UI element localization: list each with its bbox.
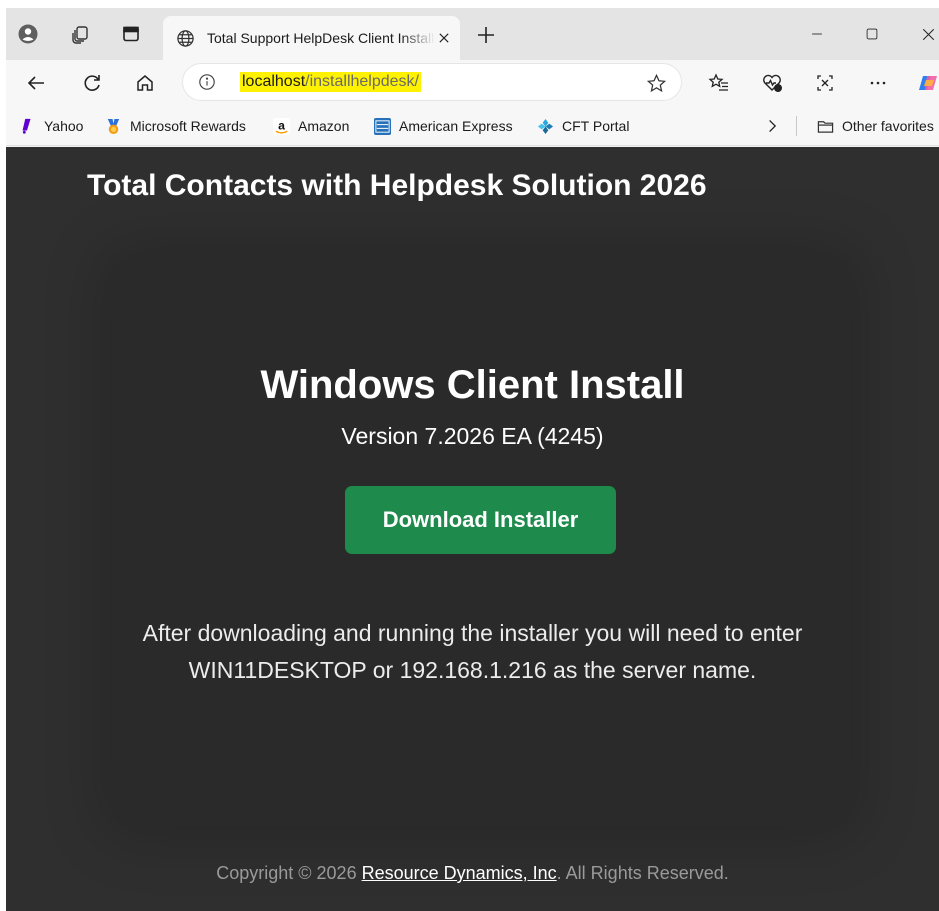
ellipsis-icon bbox=[870, 81, 886, 85]
heart-pulse-icon bbox=[763, 74, 782, 92]
screenshot-button[interactable] bbox=[809, 67, 841, 99]
refresh-icon bbox=[84, 75, 100, 91]
workspaces-button[interactable] bbox=[64, 18, 96, 50]
instructions-line-2: WIN11DESKTOP or 192.168.1.216 as the ser… bbox=[188, 657, 757, 683]
favorite-label: Amazon bbox=[298, 118, 350, 134]
info-icon[interactable] bbox=[197, 72, 217, 92]
minimize-button[interactable] bbox=[802, 20, 832, 48]
favorite-label: Microsoft Rewards bbox=[130, 118, 246, 134]
resource-dynamics-link[interactable]: Resource Dynamics, Inc bbox=[362, 863, 557, 883]
folder-icon bbox=[816, 117, 834, 135]
footer-suffix: . All Rights Reserved. bbox=[556, 863, 729, 883]
footer-copyright: Copyright © 2026 Resource Dynamics, Inc.… bbox=[6, 863, 939, 884]
browser-essentials-button[interactable] bbox=[756, 67, 788, 99]
add-favorite-star-icon[interactable] bbox=[645, 72, 667, 94]
favorite-microsoft-rewards[interactable]: Microsoft Rewards bbox=[104, 115, 246, 137]
other-favorites-folder[interactable]: Other favorites bbox=[816, 115, 934, 137]
minimize-icon bbox=[812, 33, 822, 35]
back-button[interactable] bbox=[20, 67, 52, 99]
favorite-label: American Express bbox=[399, 118, 513, 134]
profile-icon bbox=[18, 24, 38, 44]
copilot-button[interactable] bbox=[912, 67, 939, 99]
favorites-overflow-button[interactable] bbox=[762, 115, 782, 137]
browser-window: Total Support HelpDesk Client Install lo… bbox=[6, 8, 939, 911]
favorites-bar: Yahoo Microsoft Rewards a Amazon America… bbox=[6, 106, 939, 146]
close-icon[interactable] bbox=[434, 28, 454, 48]
favorites-list-icon bbox=[708, 73, 728, 91]
url-text[interactable]: localhost/installhelpdesk/ bbox=[240, 72, 421, 92]
favorite-yahoo[interactable]: Yahoo bbox=[18, 115, 83, 137]
favorite-amazon[interactable]: a Amazon bbox=[272, 115, 349, 137]
footer-prefix: Copyright © 2026 bbox=[216, 863, 362, 883]
amazon-icon: a bbox=[272, 117, 290, 135]
download-installer-button[interactable]: Download Installer bbox=[345, 486, 616, 554]
favorite-label: CFT Portal bbox=[562, 118, 630, 134]
cft-icon bbox=[536, 117, 554, 135]
profile-button[interactable] bbox=[12, 18, 44, 50]
maximize-icon bbox=[866, 28, 878, 40]
install-instructions: After downloading and running the instal… bbox=[6, 615, 939, 689]
tab-title: Total Support HelpDesk Client Install bbox=[207, 30, 435, 46]
home-button[interactable] bbox=[129, 67, 161, 99]
favorite-label: Yahoo bbox=[44, 118, 84, 134]
home-icon bbox=[137, 75, 153, 91]
screenshot-icon bbox=[817, 75, 833, 91]
close-window-icon bbox=[922, 28, 934, 40]
site-header-title: Total Contacts with Helpdesk Solution 20… bbox=[87, 169, 707, 202]
chevron-right-icon bbox=[769, 119, 777, 133]
url-host: localhost bbox=[242, 73, 306, 90]
tab-active[interactable]: Total Support HelpDesk Client Install bbox=[163, 16, 460, 60]
copilot-icon bbox=[919, 76, 937, 90]
new-tab-button[interactable] bbox=[472, 21, 500, 49]
other-favorites-label: Other favorites bbox=[842, 118, 934, 134]
refresh-button[interactable] bbox=[76, 67, 108, 99]
amex-icon bbox=[373, 117, 391, 135]
favorite-american-express[interactable]: American Express bbox=[373, 115, 513, 137]
tab-actions-button[interactable] bbox=[115, 18, 147, 50]
navigation-bar: localhost/installhelpdesk/ bbox=[6, 60, 939, 106]
instructions-line-1: After downloading and running the instal… bbox=[142, 620, 803, 646]
rewards-icon bbox=[104, 117, 122, 135]
plus-icon bbox=[478, 27, 494, 43]
favorites-button[interactable] bbox=[703, 67, 735, 99]
address-bar[interactable]: localhost/installhelpdesk/ bbox=[182, 63, 682, 101]
tab-actions-icon bbox=[123, 26, 139, 42]
more-options-button[interactable] bbox=[862, 67, 894, 99]
page-content: Total Contacts with Helpdesk Solution 20… bbox=[6, 147, 939, 911]
favorite-cft-portal[interactable]: CFT Portal bbox=[536, 115, 629, 137]
tab-strip: Total Support HelpDesk Client Install bbox=[6, 8, 939, 60]
yahoo-icon bbox=[18, 117, 36, 135]
maximize-button[interactable] bbox=[857, 20, 887, 48]
url-path: /installhelpdesk/ bbox=[305, 73, 419, 90]
close-window-button[interactable] bbox=[913, 20, 939, 48]
back-arrow-icon bbox=[27, 76, 44, 90]
workspaces-icon bbox=[72, 26, 88, 44]
install-title: Windows Client Install bbox=[260, 363, 685, 407]
svg-text:a: a bbox=[278, 118, 285, 132]
favorites-divider bbox=[796, 116, 797, 136]
version-text: Version 7.2026 EA (4245) bbox=[341, 423, 604, 449]
globe-icon bbox=[175, 28, 195, 48]
